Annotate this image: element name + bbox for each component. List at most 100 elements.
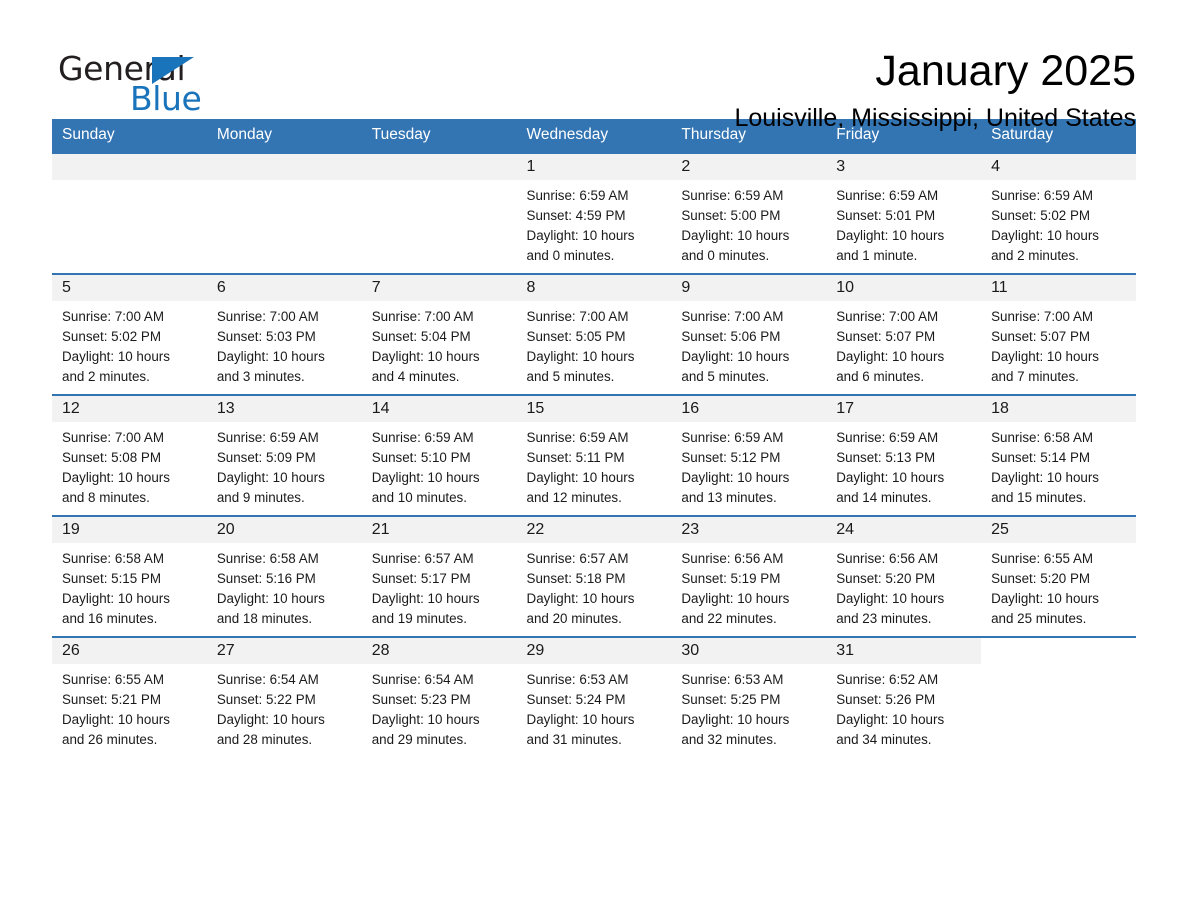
- sunrise-text: Sunrise: 7:00 AM: [681, 309, 784, 324]
- day-cell[interactable]: 20 Sunrise: 6:58 AM Sunset: 5:16 PM Dayligh…: [206, 515, 362, 637]
- sunrise-text: Sunrise: 6:58 AM: [216, 551, 319, 566]
- sunset-text: Sunset: 5:01 PM: [836, 208, 936, 224]
- day-cell-content: 31 Sunrise: 6:52 AM Sunset: 5:26 PM Dayligh…: [826, 638, 982, 757]
- title-block: January 2025 Louisville, Mississippi, Un…: [202, 44, 1136, 133]
- sunset-text: Sunset: 5:23 PM: [371, 692, 471, 708]
- day-cell[interactable]: 2 Sunrise: 6:59 AM Sunset: 5:00 PM Daylight…: [671, 152, 827, 274]
- day-number: 10: [836, 279, 855, 296]
- day-number: 15: [526, 400, 545, 417]
- day-cell-content: [52, 154, 207, 273]
- day-number-band: 5: [52, 275, 207, 301]
- day-cell-content: 29 Sunrise: 6:53 AM Sunset: 5:24 PM Dayligh…: [516, 638, 672, 757]
- day-cell-content: 19 Sunrise: 6:58 AM Sunset: 5:15 PM Dayligh…: [52, 517, 207, 636]
- day-number-band: 15: [516, 396, 672, 422]
- daylight-text-line2: and 25 minutes.: [991, 611, 1087, 627]
- day-cell[interactable]: 27 Sunrise: 6:54 AM Sunset: 5:22 PM Dayligh…: [206, 636, 362, 757]
- day-cell[interactable]: 17 Sunrise: 6:59 AM Sunset: 5:13 PM Dayligh…: [826, 394, 982, 516]
- day-details: Sunrise: 6:59 AM Sunset: 4:59 PM Daylight:…: [517, 180, 672, 266]
- day-number-band: 19: [52, 517, 207, 543]
- sunset-text: Sunset: 5:11 PM: [526, 450, 625, 466]
- day-number-band: 1: [516, 154, 672, 180]
- daylight-text-line2: and 4 minutes.: [371, 369, 460, 385]
- day-cell[interactable]: 11 Sunrise: 7:00 AM Sunset: 5:07 PM Dayligh…: [981, 273, 1136, 395]
- daylight-text-line1: Daylight: 10 hours: [216, 712, 325, 728]
- day-details: Sunrise: 6:55 AM Sunset: 5:21 PM Daylight:…: [52, 664, 207, 750]
- day-cell[interactable]: 21 Sunrise: 6:57 AM Sunset: 5:17 PM Dayligh…: [361, 515, 517, 637]
- day-cell[interactable]: 3 Sunrise: 6:59 AM Sunset: 5:01 PM Daylight…: [826, 152, 982, 274]
- day-cell-content: 3 Sunrise: 6:59 AM Sunset: 5:01 PM Daylight…: [826, 154, 982, 273]
- day-cell[interactable]: 6 Sunrise: 7:00 AM Sunset: 5:03 PM Daylight…: [206, 273, 362, 395]
- day-cell-content: 27 Sunrise: 6:54 AM Sunset: 5:22 PM Dayligh…: [206, 638, 362, 757]
- sunset-text: Sunset: 5:02 PM: [62, 329, 161, 345]
- day-cell[interactable]: 8 Sunrise: 7:00 AM Sunset: 5:05 PM Daylight…: [516, 273, 672, 395]
- daylight-text-line1: Daylight: 10 hours: [526, 470, 635, 486]
- sunrise-text: Sunrise: 7:00 AM: [371, 309, 474, 324]
- day-cell-content: 6 Sunrise: 7:00 AM Sunset: 5:03 PM Daylight…: [206, 275, 362, 394]
- sunset-text: Sunset: 5:09 PM: [216, 450, 316, 466]
- day-number-band: 8: [516, 275, 672, 301]
- day-cell[interactable]: 12 Sunrise: 7:00 AM Sunset: 5:08 PM Dayligh…: [52, 394, 207, 516]
- day-cell[interactable]: 31 Sunrise: 6:52 AM Sunset: 5:26 PM Dayligh…: [826, 636, 982, 757]
- day-cell[interactable]: 13 Sunrise: 6:59 AM Sunset: 5:09 PM Dayligh…: [206, 394, 362, 516]
- daylight-text-line2: and 34 minutes.: [836, 732, 932, 748]
- daylight-text-line1: Daylight: 10 hours: [681, 470, 790, 486]
- day-cell[interactable]: 10 Sunrise: 7:00 AM Sunset: 5:07 PM Dayligh…: [826, 273, 982, 395]
- daylight-text-line1: Daylight: 10 hours: [991, 591, 1099, 607]
- sunrise-text: Sunrise: 6:59 AM: [991, 188, 1094, 203]
- day-cell[interactable]: 15 Sunrise: 6:59 AM Sunset: 5:11 PM Dayligh…: [516, 394, 672, 516]
- day-cell-content: 2 Sunrise: 6:59 AM Sunset: 5:00 PM Daylight…: [671, 154, 827, 273]
- day-details: Sunrise: 6:54 AM Sunset: 5:23 PM Daylight:…: [362, 664, 517, 750]
- sunset-text: Sunset: 5:14 PM: [991, 450, 1091, 466]
- day-cell-content: 11 Sunrise: 7:00 AM Sunset: 5:07 PM Dayligh…: [981, 275, 1136, 394]
- daylight-text-line1: Daylight: 10 hours: [681, 712, 790, 728]
- daylight-text-line1: Daylight: 10 hours: [836, 228, 945, 244]
- day-number: 12: [62, 400, 80, 417]
- day-number-band: [981, 638, 1136, 664]
- sunset-text: Sunset: 5:20 PM: [836, 571, 936, 587]
- day-cell-content: 13 Sunrise: 6:59 AM Sunset: 5:09 PM Dayligh…: [206, 396, 362, 515]
- day-number-band: 14: [361, 396, 517, 422]
- daylight-text-line1: Daylight: 10 hours: [371, 349, 480, 365]
- day-cell[interactable]: 5 Sunrise: 7:00 AM Sunset: 5:02 PM Daylight…: [52, 273, 207, 395]
- day-details: Sunrise: 6:52 AM Sunset: 5:26 PM Daylight:…: [826, 664, 981, 750]
- day-number-band: 27: [206, 638, 362, 664]
- day-cell[interactable]: 24 Sunrise: 6:56 AM Sunset: 5:20 PM Dayligh…: [826, 515, 982, 637]
- day-cell[interactable]: 18 Sunrise: 6:58 AM Sunset: 5:14 PM Dayligh…: [981, 394, 1136, 516]
- day-number-band: 17: [826, 396, 982, 422]
- daylight-text-line2: and 23 minutes.: [836, 611, 932, 627]
- day-cell[interactable]: 4 Sunrise: 6:59 AM Sunset: 5:02 PM Daylight…: [981, 152, 1136, 274]
- day-cell[interactable]: 29 Sunrise: 6:53 AM Sunset: 5:24 PM Dayligh…: [516, 636, 672, 757]
- day-number: 22: [526, 521, 545, 538]
- day-cell[interactable]: 9 Sunrise: 7:00 AM Sunset: 5:06 PM Daylight…: [671, 273, 827, 395]
- day-cell[interactable]: 19 Sunrise: 6:58 AM Sunset: 5:15 PM Dayligh…: [52, 515, 207, 637]
- day-cell[interactable]: 14 Sunrise: 6:59 AM Sunset: 5:10 PM Dayligh…: [361, 394, 517, 516]
- day-cell[interactable]: 16 Sunrise: 6:59 AM Sunset: 5:12 PM Dayligh…: [671, 394, 827, 516]
- day-details: Sunrise: 6:57 AM Sunset: 5:17 PM Daylight:…: [362, 543, 517, 629]
- day-number: 30: [681, 642, 700, 659]
- daylight-text-line2: and 29 minutes.: [371, 732, 467, 748]
- sunset-text: Sunset: 5:19 PM: [681, 571, 781, 587]
- day-cell[interactable]: 30 Sunrise: 6:53 AM Sunset: 5:25 PM Dayligh…: [671, 636, 827, 757]
- day-details: Sunrise: 6:55 AM Sunset: 5:20 PM Daylight:…: [981, 543, 1136, 629]
- day-cell[interactable]: 7 Sunrise: 7:00 AM Sunset: 5:04 PM Daylight…: [361, 273, 517, 395]
- day-number-band: 22: [516, 517, 672, 543]
- day-cell-content: 14 Sunrise: 6:59 AM Sunset: 5:10 PM Dayligh…: [361, 396, 517, 515]
- daylight-text-line1: Daylight: 10 hours: [216, 470, 325, 486]
- day-cell-content: 21 Sunrise: 6:57 AM Sunset: 5:17 PM Dayligh…: [361, 517, 517, 636]
- day-details: Sunrise: 7:00 AM Sunset: 5:03 PM Daylight:…: [207, 301, 362, 387]
- day-details: Sunrise: 6:58 AM Sunset: 5:16 PM Daylight:…: [207, 543, 362, 629]
- sunrise-text: Sunrise: 6:56 AM: [681, 551, 784, 566]
- day-cell[interactable]: 23 Sunrise: 6:56 AM Sunset: 5:19 PM Dayligh…: [671, 515, 827, 637]
- day-details: Sunrise: 7:00 AM Sunset: 5:07 PM Daylight:…: [981, 301, 1136, 387]
- day-number-band: 28: [361, 638, 517, 664]
- day-cell[interactable]: 26 Sunrise: 6:55 AM Sunset: 5:21 PM Dayligh…: [52, 636, 207, 757]
- day-number: 23: [681, 521, 700, 538]
- daylight-text-line1: Daylight: 10 hours: [526, 228, 635, 244]
- calendar-week-row: 5 Sunrise: 7:00 AM Sunset: 5:02 PM Daylight…: [52, 273, 1136, 395]
- day-number: 27: [216, 642, 235, 659]
- day-cell[interactable]: 25 Sunrise: 6:55 AM Sunset: 5:20 PM Dayligh…: [981, 515, 1136, 637]
- day-cell[interactable]: 28 Sunrise: 6:54 AM Sunset: 5:23 PM Dayligh…: [361, 636, 517, 757]
- day-cell[interactable]: 22 Sunrise: 6:57 AM Sunset: 5:18 PM Dayligh…: [516, 515, 672, 637]
- day-details: Sunrise: 7:00 AM Sunset: 5:07 PM Daylight:…: [826, 301, 981, 387]
- day-cell[interactable]: 1 Sunrise: 6:59 AM Sunset: 4:59 PM Daylight…: [516, 152, 672, 274]
